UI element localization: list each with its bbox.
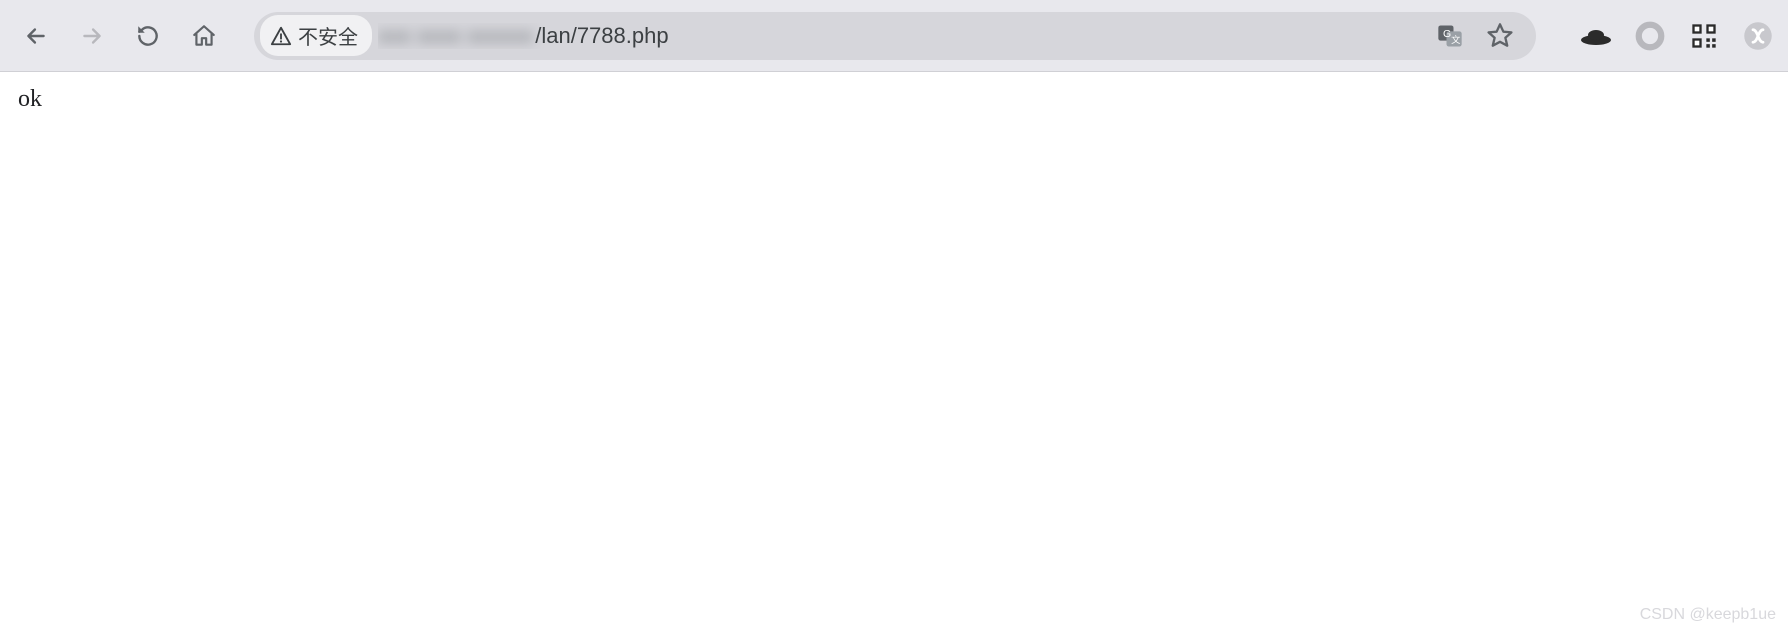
bookmark-button[interactable] (1482, 18, 1518, 54)
browser-toolbar: 不安全 xxx xxxx xxxxxx /lan/7788.php G 文 (0, 0, 1788, 72)
svg-text:G: G (1443, 28, 1451, 40)
translate-button[interactable]: G 文 (1432, 18, 1468, 54)
page-body-text: ok (18, 86, 42, 112)
address-bar-actions: G 文 (1432, 18, 1528, 54)
arrow-right-icon (79, 23, 105, 49)
security-label: 不安全 (298, 21, 358, 50)
back-button[interactable] (12, 12, 60, 60)
security-chip[interactable]: 不安全 (260, 15, 372, 56)
circle-ring-icon (1635, 21, 1665, 51)
url-display[interactable]: xxx xxxx xxxxxx /lan/7788.php (378, 23, 1426, 49)
extension-circle[interactable] (1632, 18, 1668, 54)
knot-icon (1743, 21, 1773, 51)
extension-hat[interactable] (1578, 18, 1614, 54)
qr-icon (1690, 22, 1718, 50)
extension-qr[interactable] (1686, 18, 1722, 54)
url-visible: /lan/7788.php (535, 23, 668, 49)
page-content: ok (0, 72, 1788, 127)
forward-button[interactable] (68, 12, 116, 60)
extension-knot[interactable] (1740, 18, 1776, 54)
star-icon (1486, 22, 1514, 50)
home-icon (191, 23, 217, 49)
home-button[interactable] (180, 12, 228, 60)
svg-text:文: 文 (1451, 34, 1460, 45)
extension-icons (1562, 18, 1776, 54)
watermark: CSDN @keepb1ue (1640, 606, 1776, 624)
reload-icon (135, 23, 161, 49)
reload-button[interactable] (124, 12, 172, 60)
warning-triangle-icon (270, 25, 292, 47)
translate-icon: G 文 (1436, 22, 1464, 50)
arrow-left-icon (23, 23, 49, 49)
address-bar[interactable]: 不安全 xxx xxxx xxxxxx /lan/7788.php G 文 (254, 12, 1536, 60)
url-hidden: xxx xxxx xxxxxx (378, 23, 533, 49)
hat-icon (1580, 26, 1612, 46)
